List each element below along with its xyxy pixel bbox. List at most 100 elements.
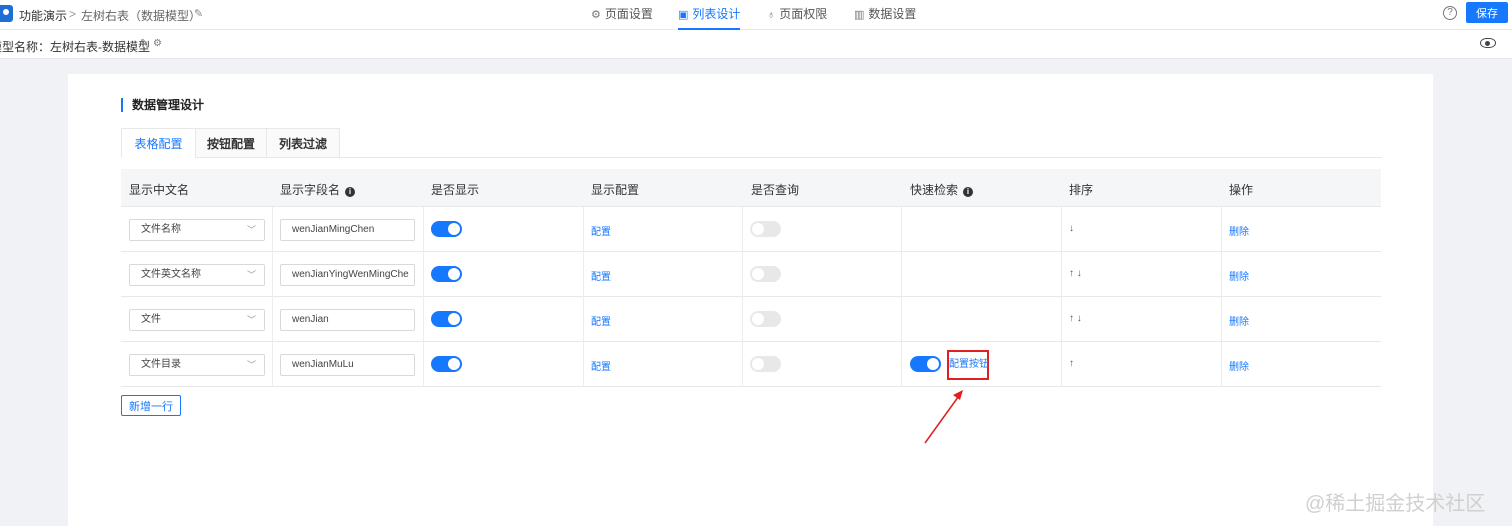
- tab-button-config[interactable]: 按钮配置: [195, 128, 267, 158]
- model-bar: 模型名称：左树右表-数据模型 ✎ ⚙: [0, 30, 1512, 59]
- display-name-select[interactable]: 文件目录 ﹀: [129, 354, 265, 376]
- add-row-button[interactable]: 新增一行: [121, 395, 181, 416]
- save-button[interactable]: 保存: [1466, 2, 1508, 23]
- cell-divider: [742, 342, 743, 387]
- info-icon[interactable]: i: [345, 187, 356, 197]
- table-row: 文件目录 ﹀ wenJianMuLu 配置 配置按钮 ↑ 删除: [121, 342, 1381, 387]
- tab-list-filter[interactable]: 列表过滤: [266, 128, 340, 158]
- cell-divider: [901, 297, 902, 342]
- preview-eye-icon[interactable]: [1480, 38, 1496, 48]
- section-title: 数据管理设计: [121, 98, 204, 112]
- cell-divider: [901, 207, 902, 252]
- cell-divider: [272, 297, 273, 342]
- list-design-icon: ▣: [678, 9, 689, 21]
- sort-arrows[interactable]: ↑ ↓: [1069, 268, 1082, 279]
- chevron-down-icon: ﹀: [246, 225, 256, 235]
- select-value: 文件: [141, 314, 161, 325]
- cell-divider: [742, 252, 743, 297]
- column-header-field: 显示字段名 i: [280, 181, 356, 198]
- cell-divider: [272, 207, 273, 252]
- nav-data-settings[interactable]: ▥ 数据设置: [854, 0, 916, 30]
- select-value: 文件目录: [141, 359, 181, 370]
- cell-divider: [1061, 342, 1062, 387]
- cell-divider: [583, 207, 584, 252]
- cell-divider: [423, 342, 424, 387]
- cell-divider: [1221, 252, 1222, 297]
- config-button-link[interactable]: 配置按钮: [947, 350, 989, 380]
- table-row: 文件 ﹀ wenJian 配置 ↑ ↓ 删除: [121, 297, 1381, 342]
- cell-divider: [1061, 252, 1062, 297]
- delete-link[interactable]: 删除: [1229, 313, 1249, 328]
- edit-title-icon[interactable]: ✎: [194, 7, 203, 20]
- display-name-select[interactable]: 文件名称 ﹀: [129, 219, 265, 241]
- show-toggle[interactable]: [431, 356, 462, 372]
- query-toggle[interactable]: [750, 266, 781, 282]
- show-toggle[interactable]: [431, 266, 462, 282]
- edit-model-icon[interactable]: ✎: [140, 38, 148, 49]
- nav-list-design[interactable]: ▣ 列表设计: [678, 0, 741, 30]
- top-bar: 功能演示 > 左树右表（数据模型） ✎ ⚙ 页面设置 ▣ 列表设计 ♁ 页面权限 ▥ 数…: [0, 0, 1512, 30]
- column-header-text: 显示字段名: [280, 183, 341, 197]
- config-link[interactable]: 配置: [591, 358, 611, 373]
- show-toggle[interactable]: [431, 311, 462, 327]
- cell-divider: [1221, 297, 1222, 342]
- watermark: @稀土掘金技术社区: [1305, 493, 1486, 515]
- nav-page-settings[interactable]: ⚙ 页面设置: [591, 0, 653, 30]
- sort-arrows[interactable]: ↑: [1069, 358, 1074, 369]
- query-toggle[interactable]: [750, 311, 781, 327]
- display-name-select[interactable]: 文件 ﹀: [129, 309, 265, 331]
- cell-divider: [272, 252, 273, 297]
- field-name-input[interactable]: wenJian: [280, 309, 415, 331]
- delete-link[interactable]: 删除: [1229, 358, 1249, 373]
- delete-link[interactable]: 删除: [1229, 223, 1249, 238]
- nav-label: 页面权限: [779, 7, 828, 21]
- cell-divider: [742, 297, 743, 342]
- cell-divider: [1061, 297, 1062, 342]
- show-toggle[interactable]: [431, 221, 462, 237]
- info-icon[interactable]: i: [963, 187, 974, 197]
- cell-divider: [423, 297, 424, 342]
- field-name-input[interactable]: wenJianMuLu: [280, 354, 415, 376]
- column-header-quick: 快速检索 i: [910, 181, 974, 198]
- column-header: 显示中文名: [129, 183, 190, 197]
- nav-label: 数据设置: [868, 7, 917, 21]
- quick-search-toggle[interactable]: [910, 356, 941, 372]
- bar-chart-icon: ▥: [854, 9, 865, 21]
- select-value: 文件英文名称: [141, 269, 201, 280]
- sort-arrows[interactable]: ↓: [1069, 223, 1074, 234]
- delete-link[interactable]: 删除: [1229, 268, 1249, 283]
- nav-label: 列表设计: [692, 7, 741, 21]
- query-toggle[interactable]: [750, 356, 781, 372]
- cell-divider: [583, 297, 584, 342]
- query-toggle[interactable]: [750, 221, 781, 237]
- cell-divider: [423, 252, 424, 297]
- config-link[interactable]: 配置: [591, 268, 611, 283]
- config-link[interactable]: 配置: [591, 223, 611, 238]
- cell-divider: [583, 252, 584, 297]
- model-name-label: 模型名称：左树右表-数据模型: [0, 40, 150, 54]
- config-link[interactable]: 配置: [591, 313, 611, 328]
- nav-page-permission[interactable]: ♁ 页面权限: [767, 0, 827, 30]
- sort-arrows[interactable]: ↑ ↓: [1069, 313, 1082, 324]
- chevron-down-icon: ﹀: [246, 270, 256, 280]
- column-header: 是否显示: [431, 183, 480, 197]
- display-name-select[interactable]: 文件英文名称 ﹀: [129, 264, 265, 286]
- help-icon[interactable]: ?: [1443, 6, 1457, 20]
- cell-divider: [272, 342, 273, 387]
- settings-icon[interactable]: ⚙: [153, 38, 162, 49]
- breadcrumb-root[interactable]: 功能演示: [19, 7, 67, 24]
- cell-divider: [742, 207, 743, 252]
- table-header: 显示中文名 显示字段名 i 是否显示 显示配置 是否查询 快速检索 i 排序 操作: [121, 169, 1381, 207]
- cell-divider: [1221, 342, 1222, 387]
- table-row: 文件名称 ﹀ wenJianMingChen 配置 ↓ 删除: [121, 207, 1381, 252]
- breadcrumb-current: 左树右表（数据模型）: [81, 9, 202, 23]
- cell-divider: [901, 252, 902, 297]
- breadcrumb-separator-icon: >: [69, 7, 77, 21]
- column-header-text: 快速检索: [910, 183, 959, 197]
- gear-icon: ⚙: [591, 9, 601, 21]
- cell-divider: [1061, 207, 1062, 252]
- app-logo-icon: [0, 5, 13, 22]
- field-name-input[interactable]: wenJianYingWenMingChe: [280, 264, 415, 286]
- tab-table-config[interactable]: 表格配置: [121, 128, 196, 158]
- field-name-input[interactable]: wenJianMingChen: [280, 219, 415, 241]
